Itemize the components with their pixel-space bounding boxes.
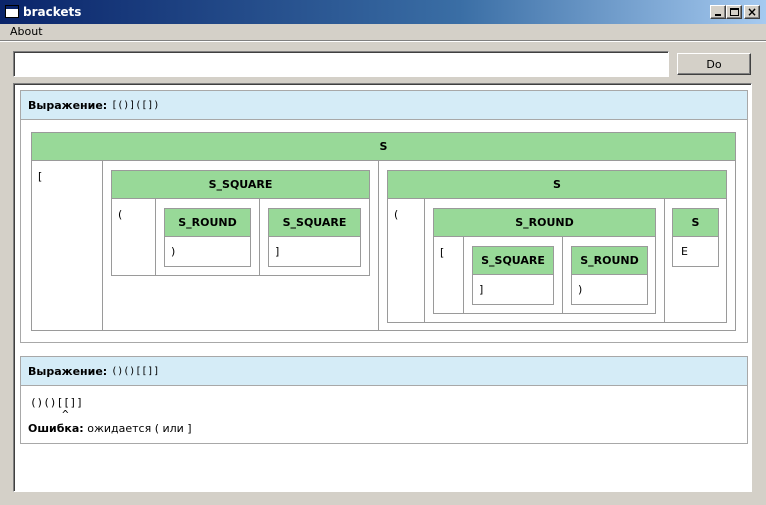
- tree-node-s-round: S_ROUND ): [164, 208, 251, 267]
- menu-item-about[interactable]: About: [10, 25, 43, 38]
- token-open-bracket: [: [440, 246, 445, 259]
- tree-node-s-empty: S E: [672, 208, 719, 267]
- tree-node-s-square: S_SQUARE ]: [472, 246, 554, 305]
- tree-divider: [102, 161, 103, 330]
- token-close-paren: ): [578, 283, 583, 296]
- tree-node-s: S ( S_ROUND [ S_SQUARE ] S_ROUND) S E: [387, 170, 727, 323]
- error-expression-echo: ()()[[]]: [30, 396, 83, 409]
- node-label: S_ROUND: [434, 209, 655, 237]
- node-label: S_SQUARE: [473, 247, 553, 275]
- tree-divider: [424, 199, 425, 322]
- error-message: Ошибка: ожидается ( или ]: [28, 422, 192, 435]
- tree-divider: [664, 199, 665, 322]
- expression-value: ()()[[]]: [111, 365, 160, 377]
- close-icon: ×: [746, 5, 758, 19]
- menu-bar: About: [0, 24, 766, 41]
- do-button[interactable]: Do: [677, 53, 751, 75]
- minimize-button[interactable]: [710, 5, 726, 19]
- tree-node-s-square-inner: S_SQUARE ]: [268, 208, 361, 267]
- tree-divider: [155, 199, 156, 275]
- node-label: S_SQUARE: [269, 209, 360, 237]
- error-label: Ошибка:: [28, 422, 84, 435]
- result-header-1: Выражение: [()]([]): [21, 91, 747, 120]
- tree-node-s-round-inner: S_ROUND ): [571, 246, 648, 305]
- expression-label: Выражение:: [28, 98, 108, 112]
- result-header-2: Выражение: ()()[[]]: [21, 357, 747, 386]
- minimize-icon: [715, 14, 721, 16]
- expression-input[interactable]: [13, 51, 669, 77]
- expression-label: Выражение:: [28, 364, 108, 378]
- result-panel-1: Выражение: [()]([]) S [ S_SQUARE ( S_ROU…: [20, 90, 748, 343]
- node-label: S: [388, 171, 726, 199]
- node-label: S: [673, 209, 718, 237]
- error-text: ожидается ( или ]: [87, 422, 192, 435]
- maximize-icon: [729, 8, 739, 16]
- tree-divider: [378, 161, 379, 330]
- token-open-bracket: [: [38, 170, 43, 183]
- token-close-paren: ): [171, 245, 176, 258]
- window-title: brackets: [23, 5, 82, 19]
- token-close-bracket: ]: [275, 245, 280, 258]
- token-open-paren: (: [394, 208, 399, 221]
- menu-divider-highlight: [0, 41, 766, 42]
- node-label: S: [32, 133, 735, 161]
- tree-node-s-round: S_ROUND [ S_SQUARE ] S_ROUND ): [433, 208, 656, 314]
- error-caret: ^: [62, 408, 69, 421]
- token-empty: E: [681, 245, 688, 258]
- tree-node-s-root: S [ S_SQUARE ( S_ROUND ) S_SQUARE ] S (…: [31, 132, 736, 331]
- maximize-button[interactable]: [726, 5, 742, 19]
- tree-divider: [463, 237, 464, 313]
- tree-node-s-square: S_SQUARE ( S_ROUND ) S_SQUARE ]: [111, 170, 370, 276]
- results-area[interactable]: Выражение: [()]([]) S [ S_SQUARE ( S_ROU…: [13, 83, 752, 492]
- node-label: S_ROUND: [165, 209, 250, 237]
- token-open-paren: (: [118, 208, 123, 221]
- node-label: S_SQUARE: [112, 171, 369, 199]
- close-button[interactable]: ×: [744, 5, 760, 19]
- tree-divider: [259, 199, 260, 275]
- app-window-icon: [5, 5, 19, 18]
- result-panel-2: Выражение: ()()[[]] ()()[[]] ^ Ошибка: о…: [20, 356, 748, 444]
- token-close-bracket: ]: [479, 283, 484, 296]
- node-label: S_ROUND: [572, 247, 647, 275]
- expression-value: [()]([]): [111, 99, 160, 111]
- title-bar: brackets ×: [0, 0, 766, 24]
- tree-divider: [562, 237, 563, 313]
